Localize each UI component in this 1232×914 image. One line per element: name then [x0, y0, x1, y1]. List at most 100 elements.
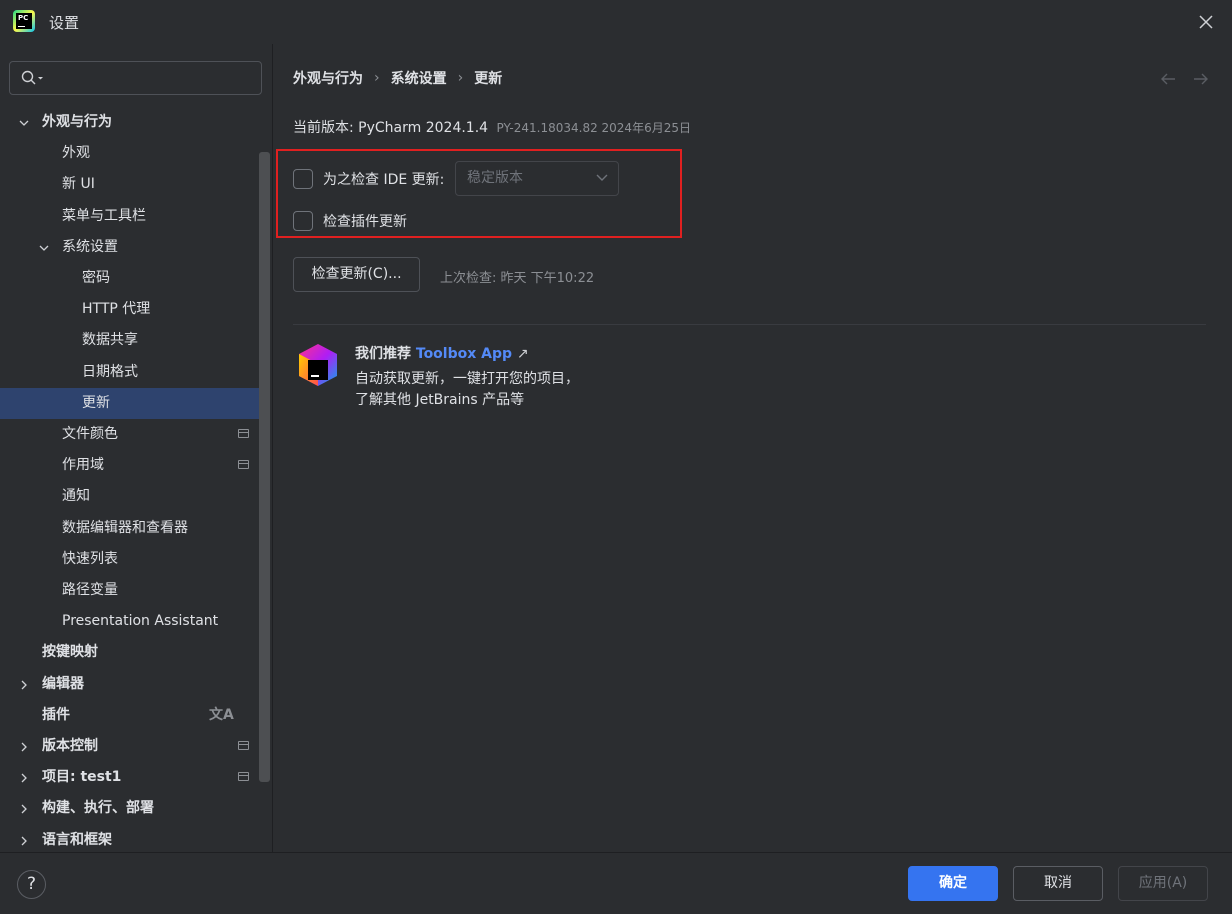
- project-level-icon: [238, 741, 249, 750]
- ok-button[interactable]: 确定: [908, 866, 998, 901]
- chevron-right-icon[interactable]: [18, 679, 30, 691]
- sidebar-item-label: 语言和框架: [42, 831, 112, 848]
- sidebar-item-label: Presentation Assistant: [62, 613, 219, 630]
- search-icon: [21, 70, 43, 85]
- divider: [293, 324, 1206, 325]
- sidebar-item[interactable]: 通知: [0, 481, 270, 512]
- current-version: 当前版本: PyCharm 2024.1.4 PY-241.18034.82 2…: [293, 117, 691, 137]
- settings-content: 外观与行为 › 系统设置 › 更新 当前版本: PyCharm 2024.1.4…: [273, 44, 1232, 852]
- chevron-down-icon: [596, 174, 608, 181]
- sidebar-scrollbar[interactable]: [259, 152, 270, 782]
- cancel-button[interactable]: 取消: [1013, 866, 1103, 901]
- sidebar-item-label: 日期格式: [82, 363, 138, 380]
- sidebar-item[interactable]: 日期格式: [0, 357, 270, 388]
- check-plugin-updates-checkbox[interactable]: [293, 211, 313, 231]
- sidebar-item[interactable]: 数据共享: [0, 325, 270, 356]
- sidebar-item-label: 文件颜色: [62, 426, 118, 442]
- sidebar-item-label: 路径变量: [62, 582, 118, 598]
- breadcrumb-item[interactable]: 外观与行为: [293, 68, 363, 88]
- sidebar-item[interactable]: 更新: [0, 387, 270, 419]
- back-arrow-icon[interactable]: [1159, 70, 1177, 88]
- promo-description-line: 了解其他 JetBrains 产品等: [355, 392, 525, 408]
- pycharm-logo-icon: PC: [13, 10, 35, 32]
- chevron-right-icon[interactable]: [18, 835, 30, 847]
- project-level-icon: [238, 460, 249, 470]
- sidebar-item-label: 外观: [62, 145, 90, 162]
- project-level-icon: [238, 429, 249, 438]
- sidebar-item-label: 更新: [82, 394, 110, 411]
- chevron-right-icon[interactable]: [18, 772, 30, 784]
- check-plugin-updates-label: 检查插件更新: [323, 214, 407, 230]
- breadcrumb-separator: ›: [457, 70, 464, 86]
- translate-icon: 文A: [209, 706, 234, 723]
- check-ide-updates-checkbox[interactable]: [293, 169, 313, 189]
- sidebar-item-label: 版本控制: [42, 738, 98, 754]
- sidebar-item-label: 通知: [62, 488, 90, 505]
- sidebar-item[interactable]: 构建、执行、部署: [0, 793, 270, 824]
- sidebar-item-label: 快速列表: [62, 550, 118, 567]
- sidebar-item-label: 作用域: [62, 457, 104, 474]
- sidebar-item[interactable]: 系统设置: [0, 232, 270, 263]
- update-channel-select[interactable]: 稳定版本: [455, 161, 619, 196]
- sidebar-item-label: 密码: [82, 270, 110, 286]
- settings-sidebar: 外观与行为外观新 UI 菜单与工具栏 系统设置密码 HTTP 代理 数据共享日期格式更新…: [0, 44, 272, 852]
- check-ide-updates-row[interactable]: 为之检查 IDE 更新:: [293, 168, 444, 190]
- sidebar-item[interactable]: 密码: [0, 263, 270, 294]
- sidebar-item[interactable]: 编辑器: [0, 669, 270, 700]
- help-button[interactable]: ?: [17, 870, 46, 899]
- last-check-text: 上次检查: 昨天 下午10:22: [440, 271, 595, 286]
- sidebar-item-label: 菜单与工具栏: [62, 207, 146, 224]
- sidebar-item-label: 插件: [42, 706, 70, 723]
- version-label: 当前版本: PyCharm 2024.1.4: [293, 120, 489, 136]
- sidebar-item[interactable]: 语言和框架: [0, 825, 270, 856]
- version-build-info: PY-241.18034.82 2024年6月25日: [496, 121, 691, 135]
- search-input[interactable]: [9, 61, 262, 95]
- check-updates-button[interactable]: 检查更新(C)...: [293, 257, 420, 292]
- breadcrumb-item[interactable]: 系统设置: [391, 68, 447, 88]
- sidebar-item[interactable]: 插件 文A: [0, 700, 270, 731]
- sidebar-item-label: HTTP 代理: [82, 301, 151, 318]
- sidebar-item[interactable]: 文件颜色: [0, 419, 270, 450]
- sidebar-item[interactable]: Presentation Assistant: [0, 606, 270, 637]
- sidebar-item-label: 系统设置: [62, 238, 118, 255]
- update-channel-value: 稳定版本: [467, 170, 523, 186]
- promo-title: 我们推荐 Toolbox App ↗: [355, 346, 529, 362]
- sidebar-item[interactable]: 菜单与工具栏: [0, 201, 270, 232]
- external-link-arrow-icon[interactable]: ↗: [517, 346, 529, 362]
- chevron-down-icon[interactable]: [38, 242, 50, 254]
- breadcrumb-item: 更新: [474, 71, 503, 87]
- window-title: 设置: [49, 14, 80, 32]
- sidebar-item[interactable]: 按键映射: [0, 637, 270, 668]
- project-level-icon: [238, 772, 249, 782]
- close-icon[interactable]: [1196, 12, 1216, 32]
- chevron-down-icon[interactable]: [18, 117, 30, 129]
- chevron-right-icon[interactable]: [18, 803, 30, 815]
- promo-description-line: 自动获取更新，一键打开您的项目，: [355, 371, 579, 387]
- sidebar-item[interactable]: 外观: [0, 138, 270, 169]
- sidebar-item[interactable]: HTTP 代理: [0, 294, 270, 325]
- sidebar-item[interactable]: 数据编辑器和查看器: [0, 513, 270, 544]
- breadcrumb: 外观与行为 › 系统设置 › 更新: [293, 68, 502, 88]
- forward-arrow-icon[interactable]: [1192, 70, 1210, 88]
- sidebar-item-label: 构建、执行、部署: [42, 800, 154, 817]
- sidebar-item-label: 数据编辑器和查看器: [62, 519, 188, 536]
- sidebar-item-label: 新 UI: [62, 176, 95, 193]
- sidebar-item[interactable]: 快速列表: [0, 544, 270, 575]
- sidebar-item[interactable]: 版本控制: [0, 731, 270, 762]
- sidebar-item-label: 外观与行为: [42, 114, 112, 130]
- check-plugin-updates-row[interactable]: 检查插件更新: [293, 210, 407, 232]
- toolbox-app-logo-icon: [297, 343, 339, 387]
- sidebar-item-label: 编辑器: [42, 675, 84, 692]
- sidebar-item[interactable]: 路径变量: [0, 575, 270, 606]
- sidebar-item[interactable]: 外观与行为: [0, 107, 270, 138]
- chevron-right-icon[interactable]: [18, 741, 30, 753]
- sidebar-item[interactable]: 项目: test1: [0, 762, 270, 793]
- sidebar-item[interactable]: 作用域: [0, 450, 270, 481]
- sidebar-item[interactable]: 新 UI: [0, 169, 270, 200]
- title-bar: PC 设置: [0, 0, 1232, 44]
- sidebar-item-label: 项目: test1: [42, 769, 122, 786]
- check-ide-updates-label: 为之检查 IDE 更新:: [323, 172, 445, 188]
- apply-button[interactable]: 应用(A): [1118, 866, 1208, 901]
- sidebar-item-label: 数据共享: [82, 332, 138, 349]
- toolbox-app-link[interactable]: Toolbox App: [416, 346, 512, 362]
